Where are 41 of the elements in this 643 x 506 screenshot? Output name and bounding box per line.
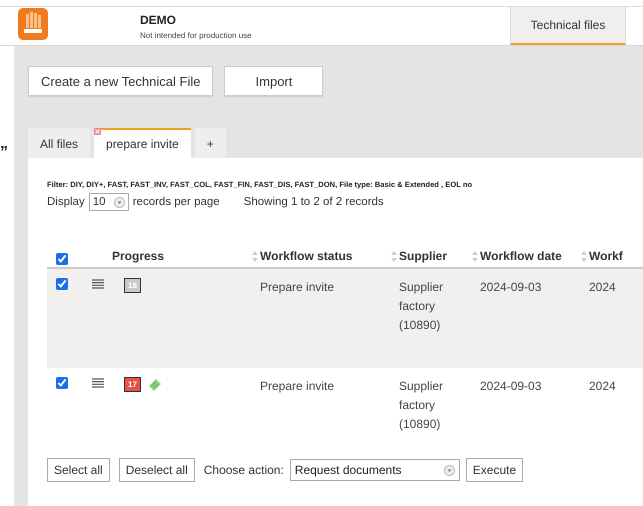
column-header[interactable]: Workflow date (480, 249, 562, 263)
execute-button[interactable]: Execute (466, 458, 524, 482)
table-cell-text: 2024-09-03 (480, 279, 542, 296)
display-label: Display (47, 196, 85, 208)
close-icon[interactable] (94, 128, 102, 135)
progress-badge: 17 (124, 377, 141, 392)
row-checkbox[interactable] (56, 278, 68, 290)
select-all-button[interactable]: Select all (47, 458, 110, 482)
row-checkbox[interactable] (56, 377, 68, 389)
table-cell-text: Prepare invite (260, 279, 336, 296)
logo-icon (18, 8, 48, 40)
column-header[interactable]: Supplier (399, 249, 448, 263)
records-label: records per page (132, 196, 220, 208)
create-button[interactable]: Create a new Technical File (28, 66, 214, 96)
menu-icon[interactable] (92, 378, 104, 388)
table-cell-text: Supplier factory (10890) (399, 279, 444, 334)
nav-tab[interactable]: Technical files (510, 7, 626, 45)
table-cell-text: 2024 (589, 279, 617, 296)
column-header[interactable]: Progress (112, 249, 164, 263)
records-info: Showing 1 to 2 of 2 records (244, 196, 384, 208)
table-cell-text: Prepare invite (260, 378, 336, 395)
app-title: DEMO (140, 12, 177, 26)
select-all-checkbox[interactable] (56, 253, 68, 265)
app-subtitle: Not intended for production use (140, 30, 253, 40)
column-header[interactable]: Workf (589, 249, 623, 263)
table-cell-text: Supplier factory (10890) (399, 378, 444, 433)
dropdown-icon[interactable] (114, 196, 125, 208)
table-cell-text: 2024-09-03 (480, 378, 542, 395)
action-select[interactable]: Request documents (290, 459, 460, 481)
tab[interactable]: + (194, 128, 226, 158)
action-label: Choose action: (204, 463, 284, 477)
deselect-all-button[interactable]: Deselect all (118, 458, 195, 482)
dropdown-icon[interactable] (444, 464, 455, 476)
column-header[interactable]: Workflow status (260, 249, 352, 263)
import-button[interactable]: Import (224, 66, 324, 96)
stray-mark: ” (0, 144, 8, 162)
table-cell-text: 2024 (589, 378, 617, 395)
page-size-select[interactable]: 10 (88, 193, 129, 211)
tab[interactable]: All files (28, 128, 90, 158)
menu-icon[interactable] (92, 279, 104, 289)
tab[interactable]: prepare invite (94, 128, 191, 158)
